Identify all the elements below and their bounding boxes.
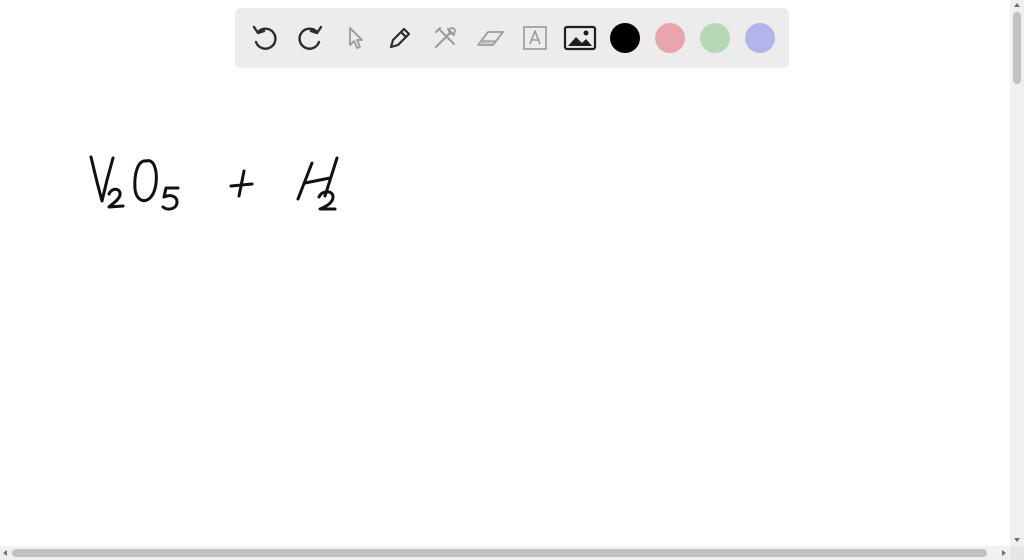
ink-subscript-2 xyxy=(107,187,125,209)
color-swatch-pink xyxy=(654,23,685,53)
scroll-left-arrow-icon[interactable] xyxy=(3,550,7,556)
ink-letter-o xyxy=(133,159,158,203)
vertical-scroll-thumb[interactable] xyxy=(1013,12,1021,84)
tools-icon xyxy=(434,27,456,48)
redo-button[interactable] xyxy=(287,16,332,60)
drawing-canvas[interactable]: V2O5 + H2 xyxy=(0,0,1010,546)
tools-button[interactable] xyxy=(422,16,467,60)
vertical-scrollbar[interactable] xyxy=(1010,0,1024,546)
color-green-button[interactable] xyxy=(692,16,737,60)
eraser-icon xyxy=(476,31,504,46)
eraser-button[interactable] xyxy=(467,16,512,60)
handwritten-equation xyxy=(89,155,339,211)
select-button[interactable] xyxy=(332,16,377,60)
scroll-down-arrow-icon[interactable] xyxy=(1014,538,1020,542)
color-purple-button[interactable] xyxy=(737,16,782,60)
horizontal-scroll-thumb[interactable] xyxy=(12,549,987,557)
drawing-toolbar xyxy=(235,8,789,68)
color-swatch-green xyxy=(699,23,730,53)
ink-plus-sign xyxy=(229,169,254,198)
pen-button[interactable] xyxy=(377,16,422,60)
text-button[interactable] xyxy=(512,16,557,60)
color-pink-button[interactable] xyxy=(647,16,692,60)
ink-subscript-5 xyxy=(161,186,180,211)
redo-icon xyxy=(297,25,322,50)
image-button[interactable] xyxy=(557,16,602,60)
horizontal-scrollbar[interactable] xyxy=(0,546,1010,560)
text-box-icon xyxy=(522,26,547,50)
whiteboard-app: V2O5 + H2 xyxy=(0,0,1024,560)
scroll-right-arrow-icon[interactable] xyxy=(1002,550,1006,556)
color-black-button[interactable] xyxy=(602,16,647,60)
color-swatch-black xyxy=(609,23,640,53)
image-icon xyxy=(563,25,596,51)
scrollbar-corner xyxy=(1010,546,1024,560)
scroll-up-arrow-icon[interactable] xyxy=(1014,3,1020,7)
color-swatch-purple xyxy=(744,23,775,53)
select-pointer-icon xyxy=(348,27,363,49)
pen-icon xyxy=(389,27,410,49)
undo-icon xyxy=(252,25,277,50)
undo-button[interactable] xyxy=(242,16,287,60)
